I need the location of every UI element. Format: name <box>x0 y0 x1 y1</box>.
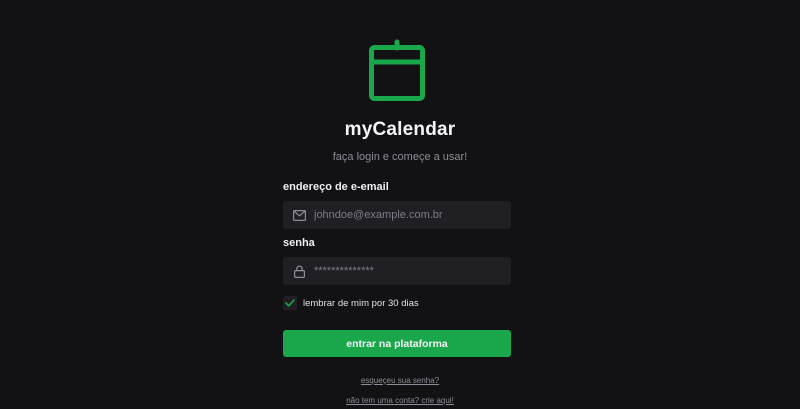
calendar-icon <box>367 38 427 102</box>
lock-icon <box>292 264 306 278</box>
remember-me-row[interactable]: lembrar de mim por 30 dias <box>283 296 419 310</box>
sign-up-link[interactable]: não tem uma conta? crie aqui! <box>346 396 454 405</box>
envelope-icon <box>292 208 306 222</box>
sign-up-row: não tem uma conta? crie aqui! <box>0 396 800 405</box>
email-field-container[interactable] <box>283 201 511 229</box>
password-label: senha <box>283 237 315 249</box>
password-field-container[interactable] <box>283 257 511 285</box>
app-subtitle: faça login e começe a usar! <box>332 151 468 163</box>
login-button[interactable]: entrar na plataforma <box>283 330 511 357</box>
app-title: myCalendar <box>344 119 456 140</box>
remember-me-checkbox[interactable] <box>283 296 297 310</box>
email-label: endereço de e-email <box>283 181 389 193</box>
forgot-password-row: esqueçeu sua senha? <box>0 376 800 385</box>
login-page: myCalendar faça login e começe a usar! e… <box>0 0 800 409</box>
password-input[interactable] <box>314 265 504 277</box>
check-icon <box>285 299 295 307</box>
email-input[interactable] <box>314 209 504 221</box>
forgot-password-link[interactable]: esqueçeu sua senha? <box>361 376 439 385</box>
remember-me-label: lembrar de mim por 30 dias <box>303 297 419 309</box>
